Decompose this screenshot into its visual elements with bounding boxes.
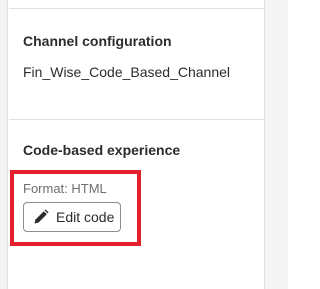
left-panel-edge [0, 0, 8, 289]
format-label: Format: HTML [23, 181, 107, 196]
right-panel-edge [264, 0, 288, 289]
section-divider [9, 119, 264, 120]
channel-name-value: Fin_Wise_Code_Based_Channel [23, 64, 231, 80]
edit-code-button[interactable]: Edit code [23, 202, 121, 232]
channel-configuration-heading: Channel configuration [23, 33, 172, 49]
pencil-icon [33, 209, 49, 225]
top-divider [9, 8, 264, 9]
edit-code-label: Edit code [56, 209, 115, 225]
code-based-experience-heading: Code-based experience [23, 142, 181, 158]
properties-panel: Channel configuration Fin_Wise_Code_Base… [0, 0, 288, 289]
